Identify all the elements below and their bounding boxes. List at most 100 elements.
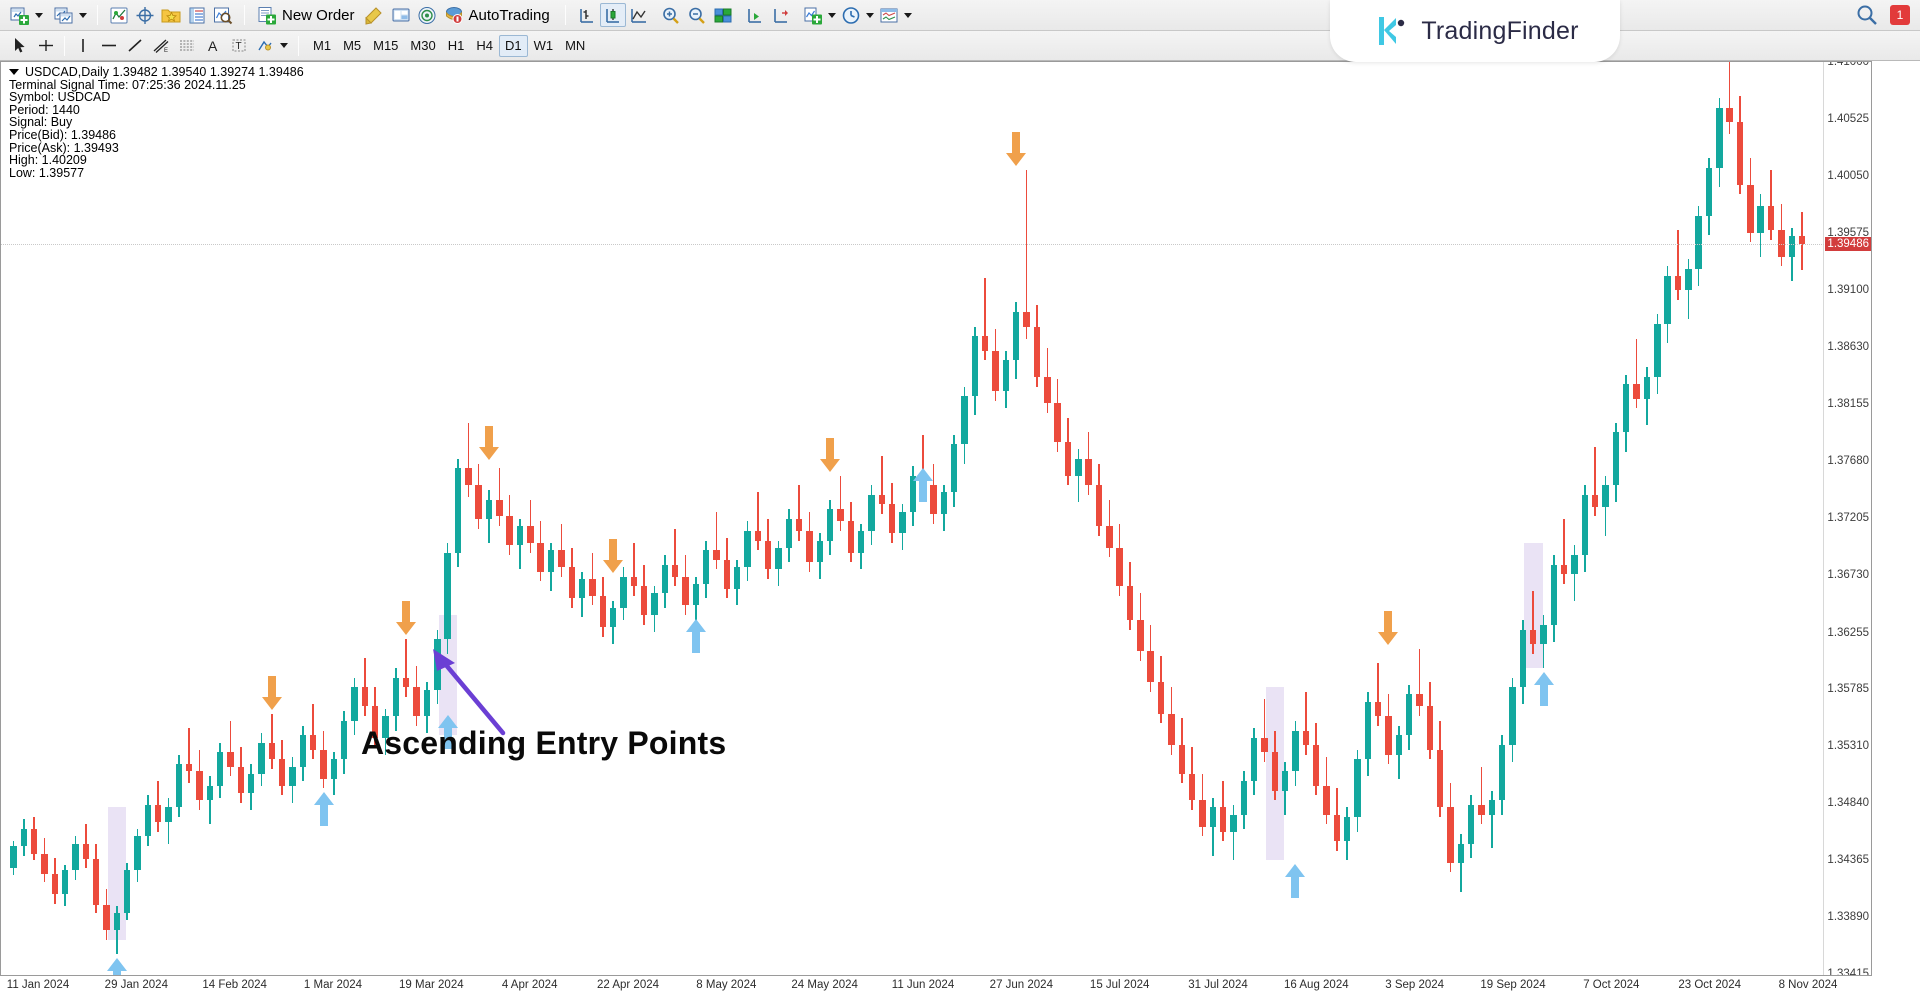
candle-body bbox=[1085, 459, 1091, 485]
trendline-icon[interactable] bbox=[122, 34, 148, 58]
period-icon[interactable] bbox=[838, 3, 864, 27]
candle-body bbox=[496, 500, 502, 517]
chart-shift-icon[interactable] bbox=[768, 3, 794, 27]
templates-icon[interactable] bbox=[158, 3, 184, 27]
fibonacci-retracement-icon[interactable] bbox=[174, 34, 200, 58]
timeframe-button-h4[interactable]: H4 bbox=[470, 35, 499, 57]
candle-body bbox=[93, 859, 99, 905]
sell-arrow-icon bbox=[602, 539, 624, 573]
candle-body bbox=[1334, 815, 1340, 841]
candle-body bbox=[1147, 651, 1153, 682]
candle-body bbox=[455, 468, 461, 552]
timeframe-button-w1[interactable]: W1 bbox=[528, 35, 560, 57]
candle-body bbox=[1375, 702, 1381, 716]
time-axis-tick: 11 Jan 2024 bbox=[7, 979, 69, 991]
price-axis-tick: 1.35310 bbox=[1827, 740, 1869, 752]
candle-wick bbox=[1264, 699, 1266, 762]
time-axis-tick: 14 Feb 2024 bbox=[202, 979, 267, 991]
timeframe-button-mn[interactable]: MN bbox=[559, 35, 591, 57]
candle-body bbox=[941, 492, 947, 514]
candle-body bbox=[796, 519, 802, 531]
candle-body bbox=[1478, 805, 1484, 815]
candlestick-chart-icon[interactable] bbox=[600, 3, 626, 27]
auto-scroll-icon[interactable] bbox=[742, 3, 768, 27]
candle-body bbox=[765, 541, 771, 570]
time-axis-tick: 8 Nov 2024 bbox=[1779, 979, 1838, 991]
timeframe-button-m30[interactable]: M30 bbox=[404, 35, 441, 57]
indicator-list-caret[interactable] bbox=[828, 13, 836, 18]
timeframe-button-m1[interactable]: M1 bbox=[307, 35, 337, 57]
timeframe-button-m5[interactable]: M5 bbox=[337, 35, 367, 57]
candle-body bbox=[465, 468, 471, 485]
candle-body bbox=[600, 596, 606, 627]
crosshair-icon[interactable] bbox=[33, 34, 59, 58]
buy-arrow-icon bbox=[1533, 672, 1555, 706]
timeframe-button-m15[interactable]: M15 bbox=[367, 35, 404, 57]
candlestick-plot[interactable] bbox=[1, 62, 1831, 974]
new-chart-dropdown-caret[interactable] bbox=[35, 13, 43, 18]
autotrading-button[interactable]: AutoTrading bbox=[440, 3, 557, 27]
candle-wick bbox=[468, 423, 470, 498]
vertical-line-icon[interactable] bbox=[70, 34, 96, 58]
time-axis[interactable]: 11 Jan 202429 Jan 202414 Feb 20241 Mar 2… bbox=[0, 977, 1872, 1003]
new-order-button[interactable]: New Order bbox=[253, 3, 362, 27]
candle-body bbox=[1685, 269, 1691, 291]
terminal-icon[interactable] bbox=[388, 3, 414, 27]
candle-body bbox=[124, 870, 130, 913]
candle-body bbox=[1706, 168, 1712, 216]
candle-body bbox=[1013, 312, 1019, 360]
period-caret[interactable] bbox=[866, 13, 874, 18]
zoom-out-icon[interactable] bbox=[684, 3, 710, 27]
bar-chart-icon[interactable] bbox=[574, 3, 600, 27]
text-label-icon[interactable]: T bbox=[226, 34, 252, 58]
navigator-icon[interactable] bbox=[210, 3, 236, 27]
line-chart-icon[interactable] bbox=[626, 3, 652, 27]
candle-body bbox=[41, 854, 47, 873]
candle-body bbox=[1272, 752, 1278, 790]
price-axis-tick: 1.37680 bbox=[1827, 455, 1869, 467]
shapes-icon[interactable] bbox=[252, 34, 278, 58]
shapes-dropdown-caret[interactable] bbox=[280, 43, 288, 48]
templates-dropdown-icon[interactable] bbox=[876, 3, 902, 27]
indicators-icon[interactable] bbox=[106, 3, 132, 27]
profiles-icon[interactable] bbox=[51, 3, 77, 27]
notification-badge[interactable]: 1 bbox=[1890, 5, 1910, 25]
signals-icon[interactable] bbox=[414, 3, 440, 27]
candle-body bbox=[176, 764, 182, 807]
candle-body bbox=[1602, 485, 1608, 507]
candle-body bbox=[1096, 485, 1102, 526]
candle-body bbox=[1292, 731, 1298, 772]
timeframe-button-h1[interactable]: H1 bbox=[442, 35, 471, 57]
horizontal-line-icon[interactable] bbox=[96, 34, 122, 58]
current-price-line bbox=[0, 244, 1824, 245]
price-axis-tick: 1.40525 bbox=[1827, 113, 1869, 125]
profiles-dropdown-caret[interactable] bbox=[79, 13, 87, 18]
collapse-triangle-icon[interactable] bbox=[9, 69, 19, 75]
candle-body bbox=[1406, 694, 1412, 735]
search-icon[interactable] bbox=[1856, 4, 1878, 26]
candle-body bbox=[52, 874, 58, 894]
candle-body bbox=[62, 870, 68, 894]
candle-body bbox=[1437, 750, 1443, 808]
data-window-icon[interactable] bbox=[184, 3, 210, 27]
crosshair-icon[interactable] bbox=[132, 3, 158, 27]
chart-frame[interactable]: USDCAD,Daily 1.39482 1.39540 1.39274 1.3… bbox=[0, 61, 1872, 976]
main-toolbar: New Order bbox=[0, 0, 1920, 31]
candle-body bbox=[1768, 206, 1774, 230]
text-icon[interactable]: A bbox=[200, 34, 226, 58]
candle-body bbox=[1282, 771, 1288, 790]
price-axis[interactable]: 1.410001.405251.400501.395751.391001.386… bbox=[1823, 62, 1871, 976]
info-line: High: 1.40209 bbox=[9, 154, 304, 167]
equidistant-channel-icon[interactable]: E bbox=[148, 34, 174, 58]
metaeditor-icon[interactable] bbox=[362, 3, 388, 27]
timeframe-button-d1[interactable]: D1 bbox=[499, 35, 528, 57]
candle-body bbox=[72, 844, 78, 870]
indicator-list-icon[interactable] bbox=[800, 3, 826, 27]
templates-dropdown-caret[interactable] bbox=[904, 13, 912, 18]
zoom-in-icon[interactable] bbox=[658, 3, 684, 27]
tile-windows-icon[interactable] bbox=[710, 3, 736, 27]
new-chart-icon[interactable] bbox=[7, 3, 33, 27]
chart-area[interactable]: USDCAD,Daily 1.39482 1.39540 1.39274 1.3… bbox=[0, 61, 1920, 1006]
time-axis-tick: 4 Apr 2024 bbox=[502, 979, 558, 991]
cursor-icon[interactable] bbox=[7, 34, 33, 58]
